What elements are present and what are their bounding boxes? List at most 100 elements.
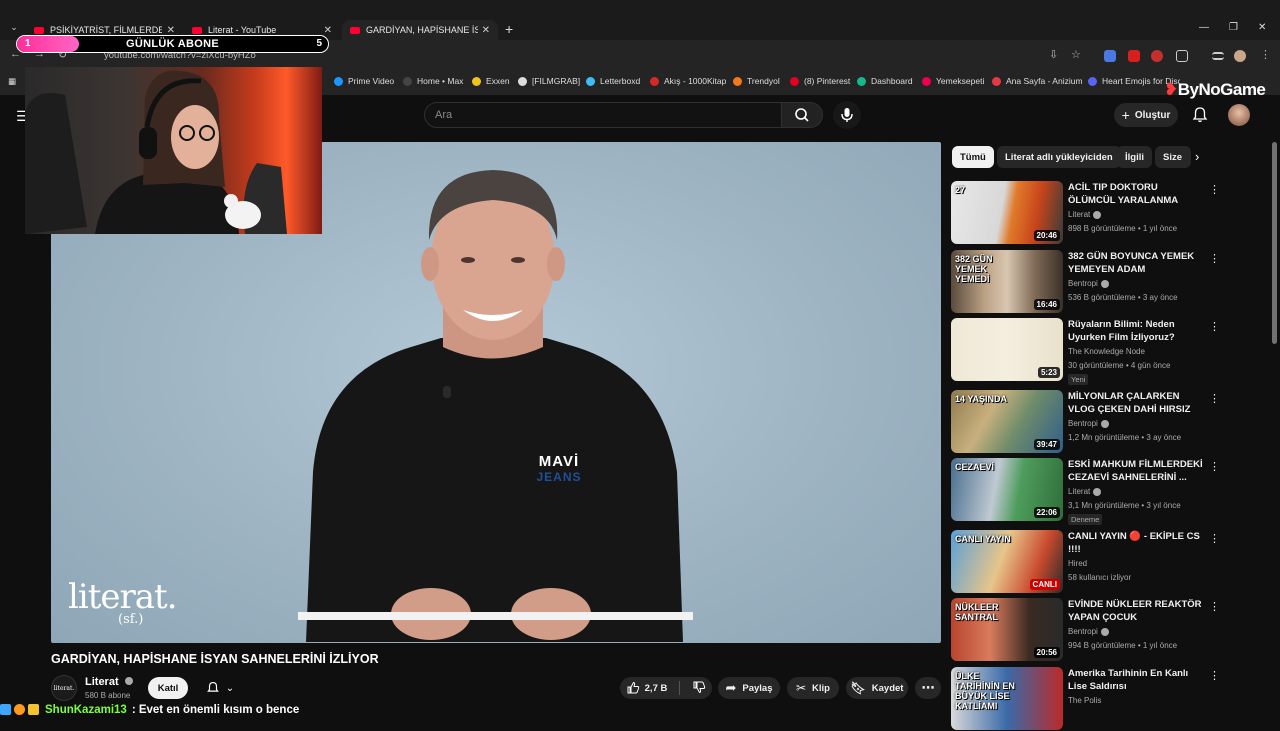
search-button[interactable] [781,102,823,128]
close-tab-icon[interactable]: ✕ [167,25,175,36]
channel-avatar[interactable]: literat. [51,675,77,701]
close-tab-icon[interactable]: ✕ [482,25,490,36]
channel-name[interactable]: Literat [85,676,133,688]
video-channel[interactable]: The Polis [1068,696,1101,705]
bookmark-item[interactable]: Trendyol [733,76,780,86]
video-title[interactable]: 382 GÜN BOYUNCA YEMEK YEMEYEN ADAM [1068,250,1206,276]
chevron-right-icon[interactable]: › [1195,149,1199,164]
video-thumbnail[interactable]: 5:23 [951,318,1063,381]
minimize-icon[interactable]: — [1199,22,1209,33]
recommended-video[interactable]: ÜLKE TARİHİNİN EN BÜYÜK LİSE KATLİAMI Ame… [951,667,1220,731]
maximize-icon[interactable]: ❐ [1229,22,1238,33]
more-options-icon[interactable]: ⋮ [1209,183,1220,196]
more-options-icon[interactable]: ⋮ [1209,460,1220,473]
recommended-video[interactable]: 382 GÜN YEMEK YEMEDİ 16:46 382 GÜN BOYUNCA… [951,250,1220,314]
create-button[interactable]: + Oluştur [1114,103,1178,127]
tab-search-dropdown[interactable]: ⌄ [6,22,22,36]
extensions-puzzle-icon[interactable] [1176,50,1188,62]
subscription-notification-button[interactable]: ⌄ [196,677,244,699]
bookmark-label: Home • Max [417,76,464,86]
close-window-icon[interactable]: ✕ [1258,22,1266,33]
browser-menu-icon[interactable]: ⋮ [1260,48,1271,61]
install-app-icon[interactable]: ⇩ [1049,48,1058,61]
close-tab-icon[interactable]: ✕ [324,25,332,36]
save-button[interactable]: 🔖︎ Kaydet [846,677,908,699]
extension-icon[interactable] [1128,50,1140,62]
video-title[interactable]: ESKİ MAHKUM FİLMLERDEKİ CEZAEVİ SAHNELER… [1068,458,1206,484]
video-channel[interactable]: Bentropi [1068,419,1109,428]
chevron-down-icon: ⌄ [225,682,235,694]
video-title[interactable]: Amerika Tarihinin En Kanlı Lise Saldırıs… [1068,667,1206,693]
bookmark-item[interactable]: Letterboxd [586,76,640,86]
bookmark-star-icon[interactable]: ☆ [1071,48,1081,61]
bookmark-item[interactable]: Prime Video [334,76,394,86]
more-options-icon[interactable]: ⋮ [1209,532,1220,545]
recommended-video[interactable]: CANLI YAYIN CANLI CANLI YAYIN 🔴 - EKİPLE C… [951,530,1220,594]
bookmark-item[interactable]: Dashboard [857,76,913,86]
chip-from-uploader[interactable]: Literat adlı yükleyiciden [997,146,1121,168]
notifications-bell-icon[interactable] [1191,106,1209,129]
video-thumbnail[interactable]: CANLI YAYIN CANLI [951,530,1063,593]
recommended-video[interactable]: 27 20:46 ACİL TIP DOKTORU ÖLÜMCÜL YARALANM… [951,181,1220,245]
bookmark-item[interactable]: [FILMGRAB] [518,76,580,86]
video-channel[interactable]: Bentropi [1068,627,1109,636]
like-button[interactable]: 2,7 B [626,681,667,695]
player-channel-logo-sub: (sf.) [118,612,144,627]
video-title[interactable]: CANLI YAYIN 🔴 - EKİPLE CS !!!! [1068,530,1206,556]
video-thumbnail[interactable]: 27 20:46 [951,181,1063,244]
video-thumbnail[interactable]: ÜLKE TARİHİNİN EN BÜYÜK LİSE KATLİAMI [951,667,1063,730]
more-options-icon[interactable]: ⋮ [1209,252,1220,265]
recommended-video[interactable]: 14 YAŞINDA 39:47 MİLYONLAR ÇALARKEN VLOG Ç… [951,390,1220,454]
clip-button[interactable]: ✂ Klip [787,677,839,699]
more-actions-button[interactable]: ⋯ [915,677,941,699]
bookmark-item[interactable]: Home • Max [403,76,463,86]
sidebar-scrollbar[interactable] [1272,142,1277,344]
bynogame-logo-icon: ❥ [1164,80,1178,99]
apps-grid-icon[interactable]: ▦ [8,76,16,87]
chip-all[interactable]: Tümü [952,146,994,168]
video-thumbnail[interactable]: 382 GÜN YEMEK YEMEDİ 16:46 [951,250,1063,313]
search-input[interactable]: Ara [424,102,782,128]
chip-related[interactable]: İlgili [1117,146,1152,168]
new-tab-button[interactable]: + [505,21,519,37]
video-channel[interactable]: Bentropi [1068,279,1109,288]
adblock-icon[interactable] [1151,50,1163,62]
bookmark-item[interactable]: Akış - 1000Kitap [650,76,726,86]
video-channel[interactable]: Literat [1068,210,1102,219]
more-options-icon[interactable]: ⋮ [1209,669,1220,682]
account-avatar[interactable] [1228,104,1250,126]
bookmark-item[interactable]: Yemeksepeti [922,76,984,86]
video-title[interactable]: ACİL TIP DOKTORU ÖLÜMCÜL YARALANMA SAHNE… [1068,181,1206,208]
video-thumbnail[interactable]: 14 YAŞINDA 39:47 [951,390,1063,453]
share-button[interactable]: ➦ Paylaş [718,677,780,699]
more-options-icon[interactable]: ⋮ [1209,392,1220,405]
bookmark-item[interactable]: Ana Sayfa - Anizium [992,76,1083,86]
video-channel[interactable]: The Knowledge Node [1068,347,1145,356]
bookmark-item[interactable]: Exxen [472,76,510,86]
voice-search-button[interactable] [833,101,861,129]
extension-translate-icon[interactable] [1104,50,1116,62]
video-channel[interactable]: Hired [1068,559,1087,568]
video-title[interactable]: EVİNDE NÜKLEER REAKTÖR YAPAN ÇOCUK [1068,598,1206,624]
tab-gardiyan[interactable]: GARDİYAN, HAPİSHANE İSYAN ✕ [342,20,498,40]
bookmark-favicon-icon [586,76,595,86]
media-controls-icon[interactable] [1212,52,1224,60]
recommended-video[interactable]: 5:23 Rüyaların Bilimi: Neden Uyurken Film… [951,318,1220,385]
video-thumbnail[interactable]: CEZAEVİ 22:06 [951,458,1063,521]
video-title[interactable]: MİLYONLAR ÇALARKEN VLOG ÇEKEN DAHİ HIRSI… [1068,390,1206,416]
join-label: Katıl [157,682,179,694]
recommended-video[interactable]: NÜKLEER SANTRAL 20:56 EVİNDE NÜKLEER REAKT… [951,598,1220,662]
youtube-favicon-icon [192,26,202,34]
dislike-button[interactable] [692,680,706,697]
chip-for-you[interactable]: Size [1155,146,1191,168]
video-title[interactable]: Rüyaların Bilimi: Neden Uyurken Film İzl… [1068,318,1206,344]
profile-avatar-icon[interactable] [1234,50,1246,62]
video-thumbnail[interactable]: NÜKLEER SANTRAL 20:56 [951,598,1063,661]
like-dislike-group: 2,7 B [620,677,712,699]
join-button[interactable]: Katıl [148,677,188,699]
bookmark-item[interactable]: (8) Pinterest [790,76,850,86]
recommended-video[interactable]: CEZAEVİ 22:06 ESKİ MAHKUM FİLMLERDEKİ CEZA… [951,458,1220,525]
more-options-icon[interactable]: ⋮ [1209,600,1220,613]
video-channel[interactable]: Literat [1068,487,1102,496]
more-options-icon[interactable]: ⋮ [1209,320,1220,333]
